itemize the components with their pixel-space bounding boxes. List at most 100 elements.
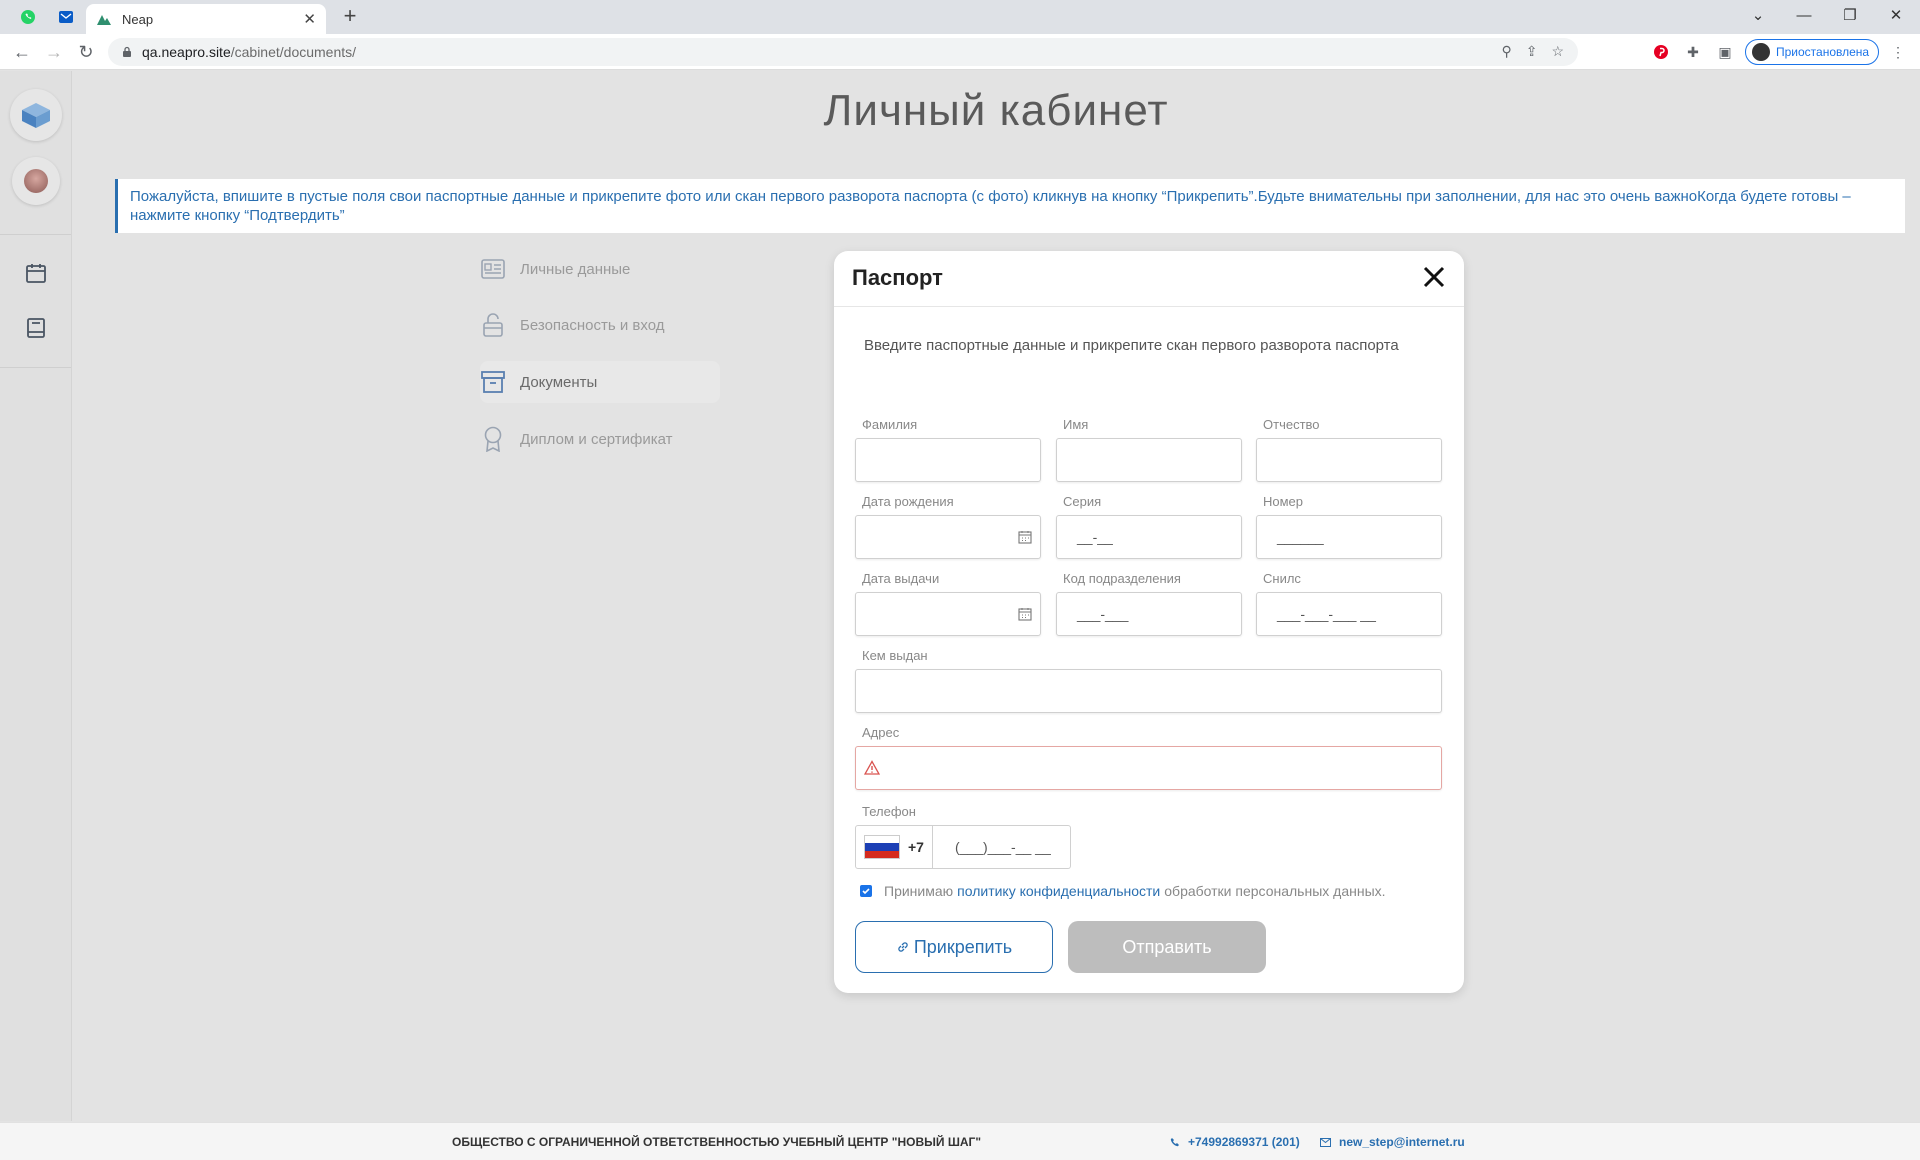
book-icon[interactable] xyxy=(22,314,50,342)
profile-paused-chip[interactable]: Приостановлена xyxy=(1745,39,1879,65)
whatsapp-tab[interactable] xyxy=(8,0,48,34)
forward-button[interactable]: → xyxy=(40,38,68,66)
tab-active[interactable]: Neap ✕ xyxy=(86,4,326,34)
browser-tabstrip: Neap ✕ + ⌄ — ❐ ✕ xyxy=(0,0,1920,34)
series-field: Серия __-__ xyxy=(1056,494,1242,559)
neap-favicon-icon xyxy=(97,15,111,25)
calendar-icon[interactable] xyxy=(1018,530,1032,544)
left-rail xyxy=(0,71,72,1121)
russia-flag-icon xyxy=(864,835,900,859)
calendar-icon[interactable] xyxy=(22,259,50,287)
bookmark-star-icon[interactable]: ☆ xyxy=(1551,43,1564,60)
attach-button[interactable]: Прикрепить xyxy=(855,921,1053,973)
close-window-button[interactable]: ✕ xyxy=(1873,0,1919,30)
attach-label: Прикрепить xyxy=(913,936,1013,957)
browser-toolbar: ← → ↻ qa.neapro.site/cabinet/documents/ … xyxy=(0,34,1920,70)
field-label: Серия xyxy=(1063,494,1102,509)
consent-text-after: обработки персональных данных. xyxy=(1164,883,1386,899)
mail-tab[interactable] xyxy=(46,0,86,34)
number-input[interactable]: ______ xyxy=(1256,515,1442,559)
phone-mask: (___)___-__ __ xyxy=(955,839,1051,855)
field-label: Кем выдан xyxy=(862,648,928,663)
phone-label: Телефон xyxy=(862,804,916,819)
browser-menu-icon[interactable]: ⋮ xyxy=(1888,42,1908,62)
patronymic-input[interactable] xyxy=(1256,438,1442,482)
pinterest-extension-icon[interactable] xyxy=(1651,42,1671,62)
division-code-input[interactable]: ___-___ xyxy=(1056,592,1242,636)
division-code-field: Код подразделения ___-___ xyxy=(1056,571,1242,636)
footer-email-link[interactable]: new_step@internet.ru xyxy=(1320,1135,1465,1149)
issue-date-input[interactable] xyxy=(855,592,1041,636)
field-label: Номер xyxy=(1263,494,1304,509)
snils-field: Снилс ___-___-___ __ xyxy=(1256,571,1442,636)
privacy-policy-link[interactable]: политику конфиденциальности xyxy=(957,883,1160,899)
award-icon xyxy=(480,426,506,452)
issued-by-input[interactable] xyxy=(855,669,1442,713)
consent-checkbox[interactable] xyxy=(860,885,872,897)
tab-search-icon[interactable]: ⌄ xyxy=(1735,0,1781,30)
footer: ОБЩЕСТВО С ОГРАНИЧЕННОЙ ОТВЕТСТВЕННОСТЬЮ… xyxy=(0,1122,1920,1160)
menu-item-label: Диплом и сертификат xyxy=(520,430,673,448)
first-name-field: Имя xyxy=(1056,417,1242,482)
phone-input[interactable]: (___)___-__ __ xyxy=(933,825,1071,869)
side-panel-icon[interactable]: ▣ xyxy=(1715,42,1735,62)
footer-phone: +74992869371 (201) xyxy=(1188,1135,1300,1149)
new-tab-button[interactable]: + xyxy=(336,4,364,30)
calendar-icon[interactable] xyxy=(1018,607,1032,621)
birth-date-input[interactable] xyxy=(855,515,1041,559)
rail-divider xyxy=(0,234,71,235)
consent-row: Принимаю политику конфиденциальности обр… xyxy=(860,883,1386,899)
lock-icon xyxy=(480,312,506,338)
last-name-input[interactable] xyxy=(855,438,1041,482)
warning-icon xyxy=(864,760,880,775)
tab-close-icon[interactable]: ✕ xyxy=(303,10,316,28)
consent-text-before: Принимаю xyxy=(884,883,954,899)
address-bar[interactable]: qa.neapro.site/cabinet/documents/ ⚲ ⇪ ☆ xyxy=(108,38,1578,66)
footer-email: new_step@internet.ru xyxy=(1339,1135,1465,1149)
field-label: Имя xyxy=(1063,417,1089,432)
pinterest-icon xyxy=(1654,45,1668,59)
tab-title: Neap xyxy=(122,11,154,27)
reload-button[interactable]: ↻ xyxy=(72,38,100,66)
field-label: Код подразделения xyxy=(1063,571,1181,586)
link-icon xyxy=(898,942,908,952)
field-label: Адрес xyxy=(862,725,900,740)
extensions-puzzle-icon[interactable]: ✚ xyxy=(1683,42,1703,62)
user-avatar[interactable] xyxy=(12,157,60,205)
send-label: Отправить xyxy=(1122,936,1212,957)
footer-phone-link[interactable]: +74992869371 (201) xyxy=(1170,1135,1300,1149)
menu-item-documents[interactable]: Документы xyxy=(480,361,720,403)
first-name-input[interactable] xyxy=(1056,438,1242,482)
address-input[interactable] xyxy=(855,746,1442,790)
url-host: qa.neapro.site xyxy=(142,44,231,60)
share-icon[interactable]: ⇪ xyxy=(1526,43,1538,60)
logo-button[interactable] xyxy=(10,89,62,141)
menu-item-label: Документы xyxy=(520,373,598,391)
series-input[interactable]: __-__ xyxy=(1056,515,1242,559)
menu-item-personal-data[interactable]: Личные данные xyxy=(480,248,720,290)
archive-box-icon xyxy=(480,369,506,395)
menu-item-label: Безопасность и вход xyxy=(520,316,665,334)
footer-org-name: ОБЩЕСТВО С ОГРАНИЧЕННОЙ ОТВЕТСТВЕННОСТЬЮ… xyxy=(452,1135,982,1149)
series-mask: __-__ xyxy=(1077,529,1113,545)
id-card-icon xyxy=(480,256,506,282)
minimize-button[interactable]: — xyxy=(1781,0,1827,30)
close-icon[interactable] xyxy=(1420,263,1448,291)
field-label: Снилс xyxy=(1263,571,1301,586)
snils-input[interactable]: ___-___-___ __ xyxy=(1256,592,1442,636)
send-button[interactable]: Отправить xyxy=(1068,921,1266,973)
phone-icon xyxy=(1170,1138,1179,1147)
lock-icon xyxy=(123,46,131,57)
back-button[interactable]: ← xyxy=(8,38,36,66)
snils-mask: ___-___-___ __ xyxy=(1277,606,1376,622)
restore-button[interactable]: ❐ xyxy=(1827,0,1873,30)
issue-date-field: Дата выдачи xyxy=(855,571,1041,636)
menu-item-security[interactable]: Безопасность и вход xyxy=(480,304,720,346)
country-code-select[interactable]: +7 xyxy=(855,825,933,869)
zoom-icon[interactable]: ⚲ xyxy=(1501,43,1511,60)
field-label: Дата рождения xyxy=(862,494,954,509)
address-field: Адрес xyxy=(855,725,1442,790)
menu-item-diploma[interactable]: Диплом и сертификат xyxy=(480,418,720,460)
page-title: Личный кабинет xyxy=(823,86,1169,135)
last-name-field: Фамилия xyxy=(855,417,1041,482)
